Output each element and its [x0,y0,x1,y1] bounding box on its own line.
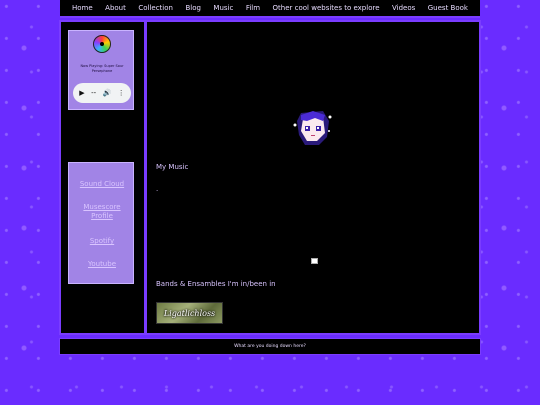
spotify-link[interactable]: Spotify [69,237,135,246]
audio-player[interactable]: ▶ -- 🔊 ⋮ [73,83,131,103]
volume-icon[interactable]: 🔊 [103,89,112,97]
play-icon[interactable]: ▶ [79,89,84,97]
placeholder-dot: . [156,185,159,193]
time-display: -- [91,89,97,97]
band-banner-text: Ligatlichloss [163,308,216,318]
now-playing-text: Now Playing: Super Sour Persephone [80,64,124,73]
nav-collection-link[interactable]: Collection [138,4,173,12]
cd-disc-icon [93,35,111,53]
nav-videos-link[interactable]: Videos [392,4,415,12]
soundcloud-link[interactable]: Sound Cloud [69,180,135,189]
musescore-link[interactable]: Musescore Profile [69,203,135,221]
nav-music-link[interactable]: Music [213,4,233,12]
band-banner-image[interactable]: Ligatlichloss [156,302,223,324]
nav-home-link[interactable]: Home [72,4,93,12]
now-playing-panel: Now Playing: Super Sour Persephone ▶ -- … [68,30,134,110]
nav-blog-link[interactable]: Blog [185,4,200,12]
nav-other-websites-link[interactable]: Other cool websites to explore [273,4,380,12]
avatar-pixel-art [293,111,332,145]
footer-text: What are you doing down here? [234,344,306,349]
music-links-panel: Sound Cloud Musescore Profile Spotify Yo… [68,162,134,284]
more-options-icon[interactable]: ⋮ [118,89,125,97]
top-nav: Home About Collection Blog Music Film Ot… [60,0,480,18]
my-music-heading: My Music [156,163,189,171]
nav-film-link[interactable]: Film [246,4,260,12]
nav-guest-book-link[interactable]: Guest Book [428,4,468,12]
broken-image-icon [311,258,318,264]
youtube-link[interactable]: Youtube [69,260,135,269]
footer-bar: What are you doing down here? [59,338,481,355]
bands-heading: Bands & Ensambles I'm in/been in [156,280,276,288]
nav-about-link[interactable]: About [105,4,126,12]
